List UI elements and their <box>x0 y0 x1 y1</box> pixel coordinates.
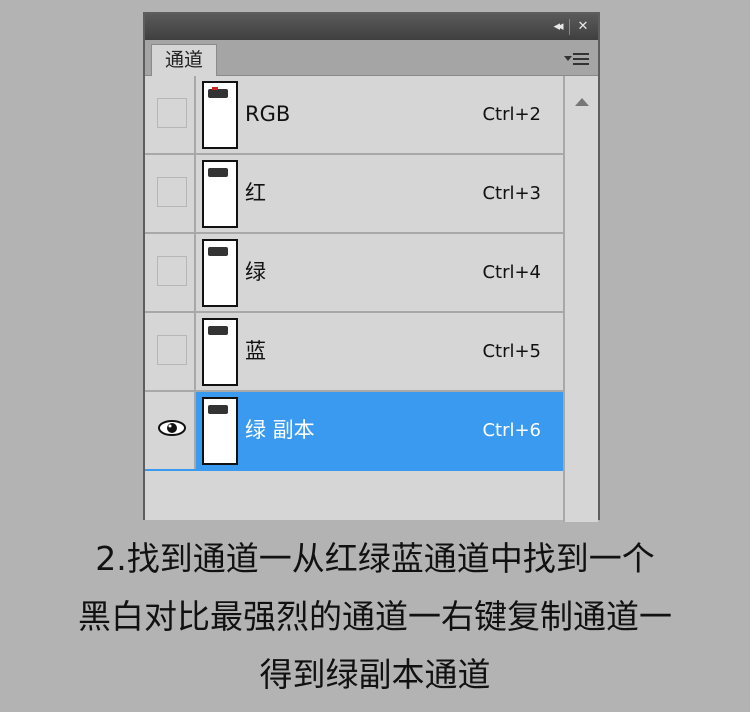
channel-name: 绿 <box>245 260 266 284</box>
channel-name: RGB <box>245 102 291 126</box>
tab-channels[interactable]: 通道 <box>151 44 217 76</box>
channel-shortcut: Ctrl+2 <box>482 104 541 125</box>
channel-row-green[interactable]: 绿 Ctrl+4 <box>145 234 563 313</box>
channel-list-scrollbar[interactable] <box>563 76 598 522</box>
visibility-toggle[interactable] <box>145 155 196 232</box>
caption-line-3: 得到绿副本通道 <box>259 655 491 694</box>
channel-shortcut: Ctrl+6 <box>482 420 541 441</box>
channel-list: RGB Ctrl+2 红 Ctrl+3 绿 Ctrl+4 蓝 Ctrl+5 绿 … <box>145 76 563 471</box>
panel-titlebar: ◂◂ ✕ <box>145 14 598 40</box>
channel-shortcut: Ctrl+5 <box>482 341 541 362</box>
channel-row-green-copy[interactable]: 绿 副本 Ctrl+6 <box>145 392 563 471</box>
visibility-box-empty[interactable] <box>157 256 187 286</box>
channel-name: 蓝 <box>245 339 266 363</box>
titlebar-divider <box>569 19 570 35</box>
channel-thumbnail <box>202 239 238 307</box>
visibility-box-empty[interactable] <box>157 98 187 128</box>
caption-line-2: 黑白对比最强烈的通道一右键复制通道一 <box>78 597 672 636</box>
channel-row-red[interactable]: 红 Ctrl+3 <box>145 155 563 234</box>
channel-row-blue[interactable]: 蓝 Ctrl+5 <box>145 313 563 392</box>
visibility-box-empty[interactable] <box>157 335 187 365</box>
channel-shortcut: Ctrl+3 <box>482 183 541 204</box>
channel-thumbnail <box>202 81 238 149</box>
panel-tab-row: 通道 <box>145 40 598 76</box>
panel-menu-icon[interactable] <box>564 50 592 68</box>
channel-thumbnail <box>202 160 238 228</box>
channel-thumbnail <box>202 318 238 386</box>
visibility-toggle[interactable] <box>145 392 196 469</box>
channel-name: 红 <box>245 181 266 205</box>
visibility-toggle[interactable] <box>145 234 196 311</box>
eye-icon[interactable] <box>158 419 186 437</box>
channel-name: 绿 副本 <box>245 418 315 442</box>
collapse-panel-button[interactable]: ◂◂ <box>546 17 568 37</box>
channel-row-rgb[interactable]: RGB Ctrl+2 <box>145 76 563 155</box>
visibility-box-empty[interactable] <box>157 177 187 207</box>
visibility-toggle[interactable] <box>145 76 196 153</box>
channels-panel: ◂◂ ✕ 通道 RGB Ctrl+2 红 Ctrl+3 绿 Ctrl+4 蓝 C… <box>143 12 600 522</box>
channel-thumbnail <box>202 397 238 465</box>
caption-line-1: 2.找到通道一从红绿蓝通道中找到一个 <box>95 539 655 578</box>
close-panel-button[interactable]: ✕ <box>572 17 594 37</box>
channel-shortcut: Ctrl+4 <box>482 262 541 283</box>
visibility-toggle[interactable] <box>145 313 196 390</box>
scroll-up-arrow-icon[interactable] <box>575 98 589 106</box>
